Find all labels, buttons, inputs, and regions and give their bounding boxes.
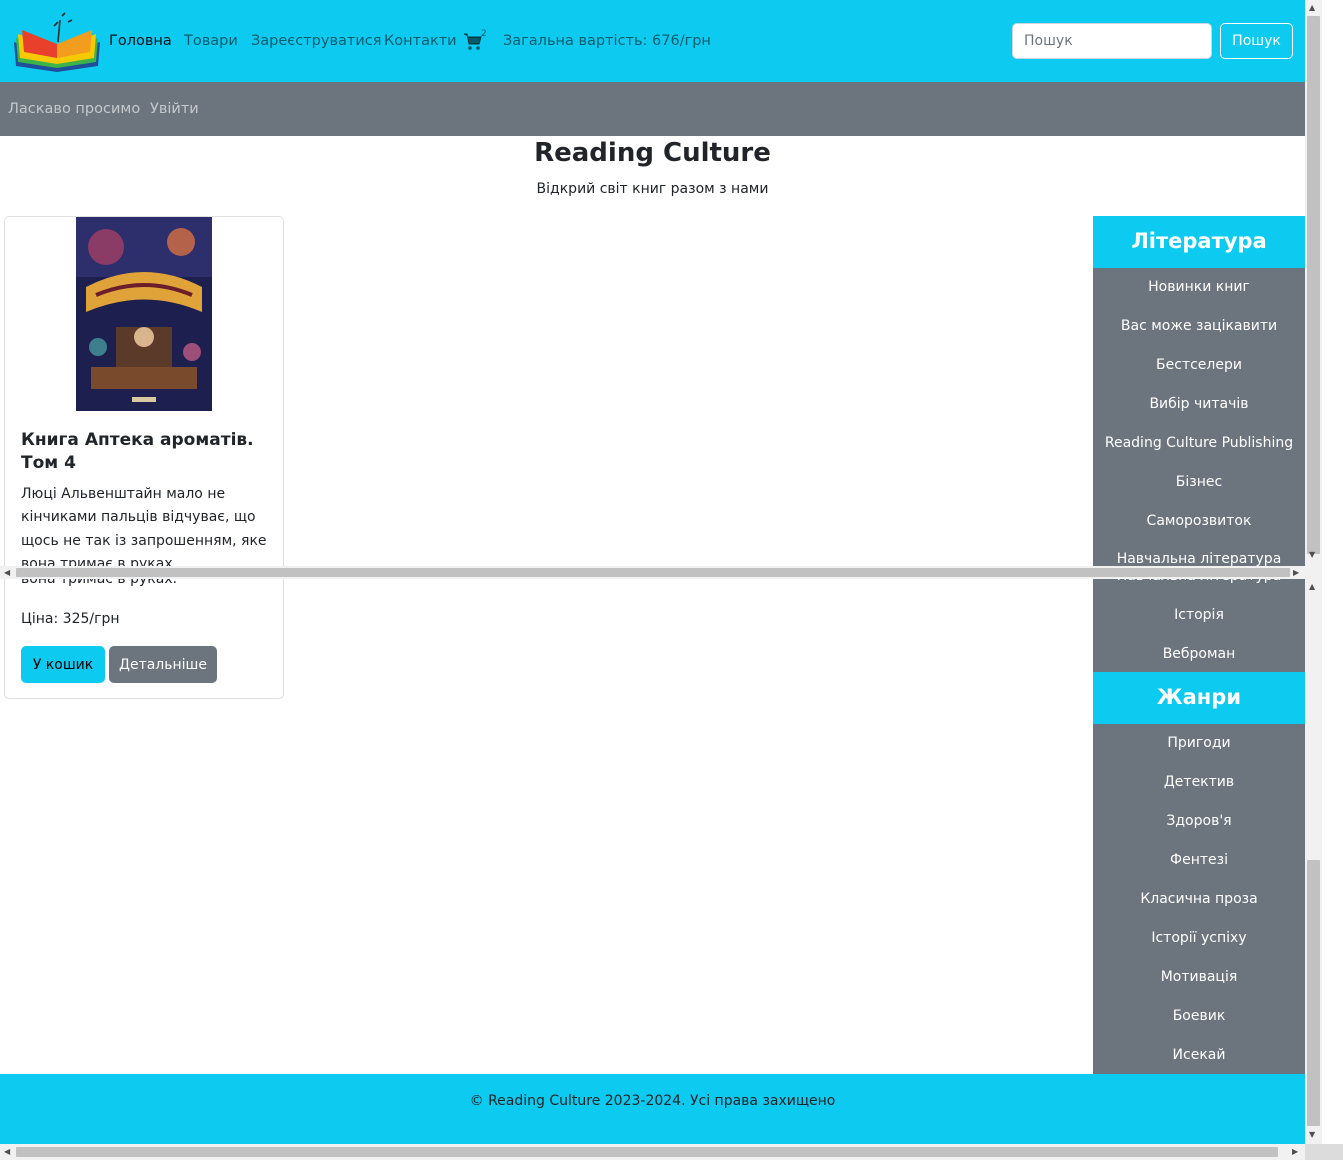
page-title: Reading Culture (534, 138, 771, 168)
scrollbar-corner (1305, 1144, 1343, 1160)
sidebar-item-self-development[interactable]: Саморозвиток (1093, 513, 1305, 529)
sidebar-item-readers-choice[interactable]: Вибір читачів (1093, 396, 1305, 412)
sidebar-item-history[interactable]: Історія (1093, 607, 1305, 623)
literature-heading: Література (1093, 216, 1305, 268)
search-input[interactable] (1012, 23, 1212, 59)
horizontal-scrollbar-thumb[interactable] (16, 1147, 1278, 1157)
welcome-text: Ласкаво просимо (8, 101, 141, 117)
scroll-right-arrow-icon[interactable]: ▶ (1293, 567, 1299, 578)
scroll-up-arrow-icon[interactable]: ▲ (1309, 3, 1315, 12)
sidebar-item-business[interactable]: Бізнес (1093, 474, 1305, 490)
sidebar-item-health[interactable]: Здоров'я (1093, 813, 1305, 829)
scroll-up-arrow-icon-lower[interactable]: ▲ (1309, 582, 1315, 591)
vertical-scrollbar[interactable]: ▲ ▼ ▲ ▼ (1305, 0, 1322, 1144)
genres-list: Пригоди Детектив Здоров'я Фентезі Класич… (1093, 724, 1305, 1074)
nav-home-link[interactable]: Головна (109, 33, 172, 49)
book-cover-image[interactable] (76, 217, 212, 411)
sidebar-item-action[interactable]: Боевик (1093, 1008, 1305, 1024)
cart-count-badge: 2 (481, 29, 487, 39)
details-button[interactable]: Детальніше (109, 646, 217, 683)
product-card: Книга Аптека ароматів. Том 4 Люці Альвен… (4, 216, 284, 699)
nav-contacts-link[interactable]: Контакти (384, 33, 457, 49)
product-price: Ціна: 325/грн (21, 611, 120, 627)
nav-products-link[interactable]: Товари (184, 33, 238, 49)
hscroll-right-arrow-icon[interactable]: ▶ (1292, 1147, 1298, 1156)
shopping-cart-icon (464, 33, 482, 50)
sidebar-item-educational[interactable]: Навчальна література (1093, 551, 1305, 567)
add-to-cart-button[interactable]: У кошик (21, 646, 105, 683)
sidebar-item-publishing[interactable]: Reading Culture Publishing (1093, 435, 1305, 451)
product-description: Люці Альвенштайн мало не кінчиками пальц… (21, 486, 267, 567)
page-subtitle: Відкрий світ книг разом з нами (536, 181, 769, 197)
literature-list: Новинки книг Вас може зацікавити Бестсел… (1093, 268, 1305, 672)
vertical-scrollbar-thumb-lower[interactable] (1307, 860, 1320, 1126)
sidebar-item-classic-prose[interactable]: Класична проза (1093, 891, 1305, 907)
sidebar-item-bestsellers[interactable]: Бестселери (1093, 357, 1305, 373)
sidebar-item-webnovel[interactable]: Веброман (1093, 646, 1305, 662)
window-gutter (1322, 0, 1343, 1144)
search-button[interactable]: Пошук (1220, 23, 1293, 59)
hscroll-left-arrow-icon[interactable]: ◀ (4, 1147, 10, 1156)
cart-total: Загальна вартість: 676/грн (503, 33, 711, 49)
sidebar-item-motivation[interactable]: Мотивація (1093, 969, 1305, 985)
sidebar-item-recommended[interactable]: Вас може зацікавити (1093, 318, 1305, 334)
inner-horizontal-scrollbar[interactable]: ◀ ▶ (0, 566, 1305, 579)
sidebar-item-adventures[interactable]: Пригоди (1093, 735, 1305, 751)
genres-heading: Жанри (1093, 672, 1305, 724)
login-link[interactable]: Увійти (150, 101, 199, 117)
top-navbar: Головна Товари Зареєструватися Контакти … (0, 0, 1305, 82)
sidebar-item-isekai[interactable]: Исекай (1093, 1047, 1305, 1063)
sidebar-item-fantasy[interactable]: Фентезі (1093, 852, 1305, 868)
footer: © Reading Culture 2023-2024. Усі права з… (0, 1074, 1305, 1144)
scroll-down-arrow-icon-lower[interactable]: ▼ (1309, 1130, 1315, 1139)
horizontal-scrollbar[interactable]: ◀ ▶ (0, 1144, 1305, 1160)
sidebar-item-detective[interactable]: Детектив (1093, 774, 1305, 790)
scroll-left-arrow-icon[interactable]: ◀ (4, 567, 10, 578)
vertical-scrollbar-thumb-upper[interactable] (1307, 16, 1320, 554)
nav-register-link[interactable]: Зареєструватися (251, 33, 381, 49)
sidebar-item-success-stories[interactable]: Історії успіху (1093, 930, 1305, 946)
cart-link[interactable]: 2 (464, 29, 490, 53)
open-book-logo[interactable] (10, 12, 104, 74)
inner-scrollbar-thumb[interactable] (16, 568, 1290, 577)
product-title[interactable]: Книга Аптека ароматів. Том 4 (21, 429, 271, 475)
sidebar-item-new-books[interactable]: Новинки книг (1093, 279, 1305, 295)
scroll-down-arrow-icon[interactable]: ▼ (1309, 550, 1315, 559)
